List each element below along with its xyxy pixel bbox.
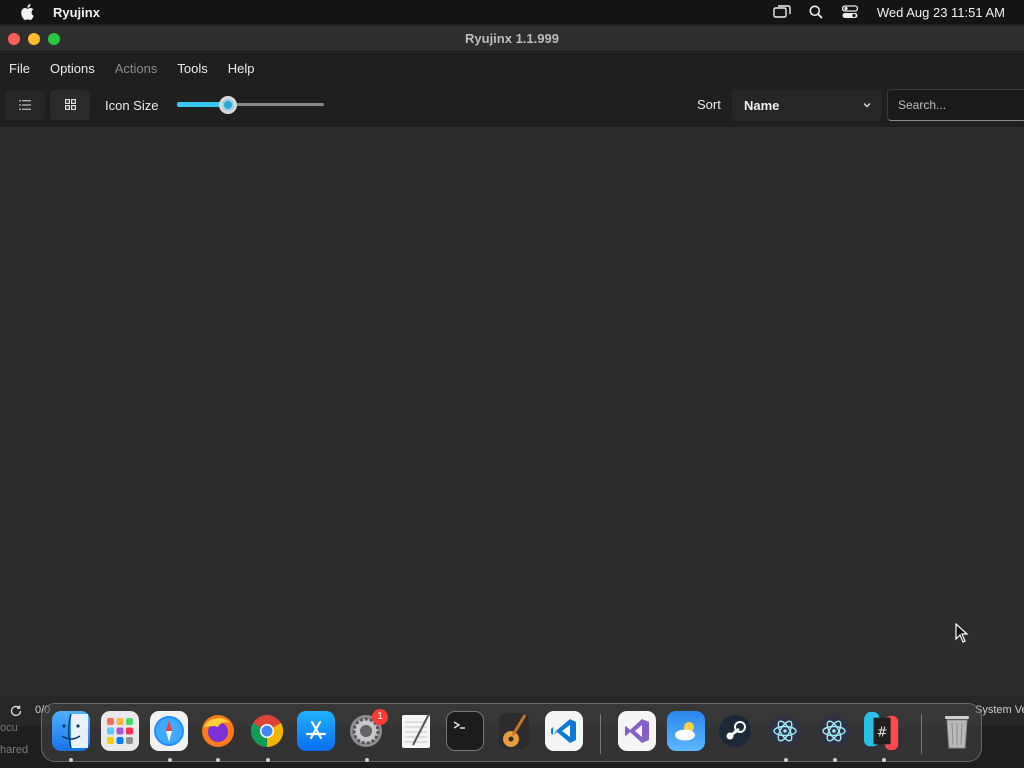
ryujinx-window: Ryujinx 1.1.999 File Options Actions Too… — [0, 26, 1024, 726]
desktop-partial-text: ocu hared — [0, 722, 29, 756]
control-center-icon[interactable] — [839, 3, 861, 21]
spotlight-search-icon[interactable] — [805, 3, 827, 21]
sort-label: Sort — [697, 97, 721, 112]
finder-icon[interactable] — [52, 711, 90, 751]
refresh-icon[interactable] — [9, 704, 23, 721]
chevron-down-icon — [862, 98, 872, 113]
menu-file[interactable]: File — [0, 61, 40, 76]
visual-studio-icon[interactable] — [618, 711, 656, 751]
desktop-text-1: ocu — [0, 722, 18, 734]
system-version-label: System Version — [975, 704, 1024, 716]
menu-tools[interactable]: Tools — [167, 61, 217, 76]
game-list-area[interactable] — [0, 127, 1024, 696]
menu-actions[interactable]: Actions — [105, 61, 168, 76]
running-indicator — [365, 758, 369, 762]
electron-icon[interactable] — [766, 711, 804, 751]
active-app-name[interactable]: Ryujinx — [53, 5, 100, 20]
close-window-button[interactable] — [8, 32, 20, 45]
running-indicator — [69, 758, 73, 762]
running-indicator — [882, 758, 886, 762]
apple-icon[interactable] — [17, 2, 37, 22]
grid-icon — [64, 98, 76, 113]
running-indicator — [216, 758, 220, 762]
steam-icon[interactable] — [716, 711, 754, 751]
system-settings-icon[interactable]: 1 — [347, 709, 388, 751]
vscode-icon[interactable] — [545, 711, 583, 751]
mouse-cursor-icon — [955, 622, 969, 648]
list-icon — [19, 98, 31, 113]
launchpad-icon[interactable] — [101, 711, 139, 751]
running-indicator — [784, 758, 788, 762]
svg-text:#: # — [876, 726, 887, 741]
trash-icon[interactable] — [938, 711, 976, 751]
chrome-icon[interactable] — [248, 711, 286, 751]
window-title: Ryujinx 1.1.999 — [465, 31, 559, 46]
icon-size-label: Icon Size — [105, 97, 159, 113]
maximize-window-button[interactable] — [48, 32, 60, 45]
menu-options[interactable]: Options — [40, 61, 105, 76]
system-menu-bar: Ryujinx Wed Aug 23 11:51 AM — [0, 0, 1024, 24]
search-placeholder: Search... — [898, 98, 947, 112]
app-menu-bar: File Options Actions Tools Help — [0, 53, 1024, 83]
dock-separator — [921, 714, 922, 754]
screen-mirroring-icon[interactable] — [771, 3, 793, 21]
electron-icon[interactable] — [815, 711, 853, 751]
menu-help[interactable]: Help — [218, 61, 265, 76]
list-view-button[interactable] — [5, 90, 45, 120]
sort-dropdown[interactable]: Name — [732, 89, 882, 121]
weather-icon[interactable] — [667, 711, 705, 751]
running-indicator — [266, 758, 270, 762]
toolbar: Icon Size Sort Name Search... — [0, 83, 1024, 127]
safari-icon[interactable] — [150, 711, 188, 751]
search-input[interactable]: Search... — [887, 89, 1024, 121]
slider-thumb[interactable] — [219, 96, 238, 114]
dock-separator — [600, 714, 601, 754]
running-indicator — [168, 758, 172, 762]
terminal-icon[interactable] — [446, 711, 484, 751]
textedit-icon[interactable] — [397, 711, 435, 751]
icon-size-slider[interactable] — [177, 96, 325, 114]
app-store-icon[interactable] — [297, 711, 335, 751]
notification-badge: 1 — [372, 709, 388, 725]
dock: 1 # — [41, 703, 982, 762]
menu-bar-clock[interactable]: Wed Aug 23 11:51 AM — [877, 5, 1005, 20]
grid-view-button[interactable] — [50, 90, 90, 120]
sort-dropdown-value: Name — [744, 97, 780, 113]
minimize-window-button[interactable] — [28, 32, 40, 45]
garageband-icon[interactable] — [495, 711, 533, 751]
desktop-text-2: hared — [0, 744, 29, 756]
running-indicator — [833, 758, 837, 762]
title-bar[interactable]: Ryujinx 1.1.999 — [0, 26, 1024, 52]
ryujinx-icon[interactable]: # — [864, 711, 902, 751]
firefox-icon[interactable] — [199, 711, 237, 751]
